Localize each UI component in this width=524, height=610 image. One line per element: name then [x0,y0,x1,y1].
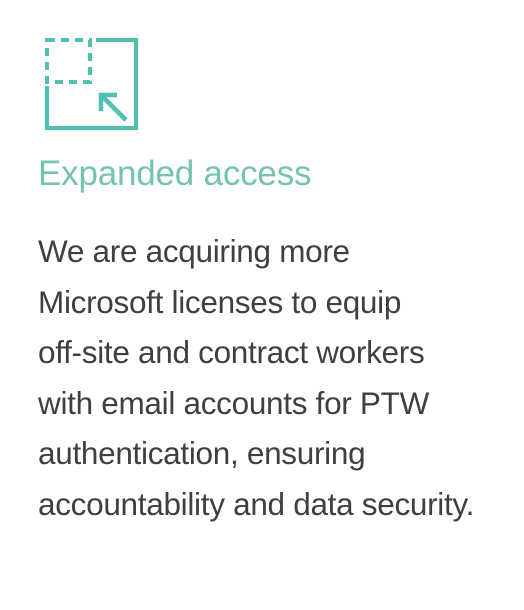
description-line: authentication, ensuring [38,435,366,471]
expand-arrow-dashed-square-icon [40,34,144,138]
feature-description: We are acquiring more Microsoft licenses… [38,226,508,529]
feature-card: Expanded access We are acquiring more Mi… [0,0,524,610]
description-line: with email accounts for PTW [38,384,430,421]
icon-outline [45,38,138,130]
feature-title: Expanded access [38,154,312,193]
description-line: We are acquiring more [38,233,350,269]
description-line: off-site and contract workers [38,334,425,370]
description-line: Microsoft licenses to equip [38,283,402,320]
description-line: accountability and data security. [38,485,475,522]
